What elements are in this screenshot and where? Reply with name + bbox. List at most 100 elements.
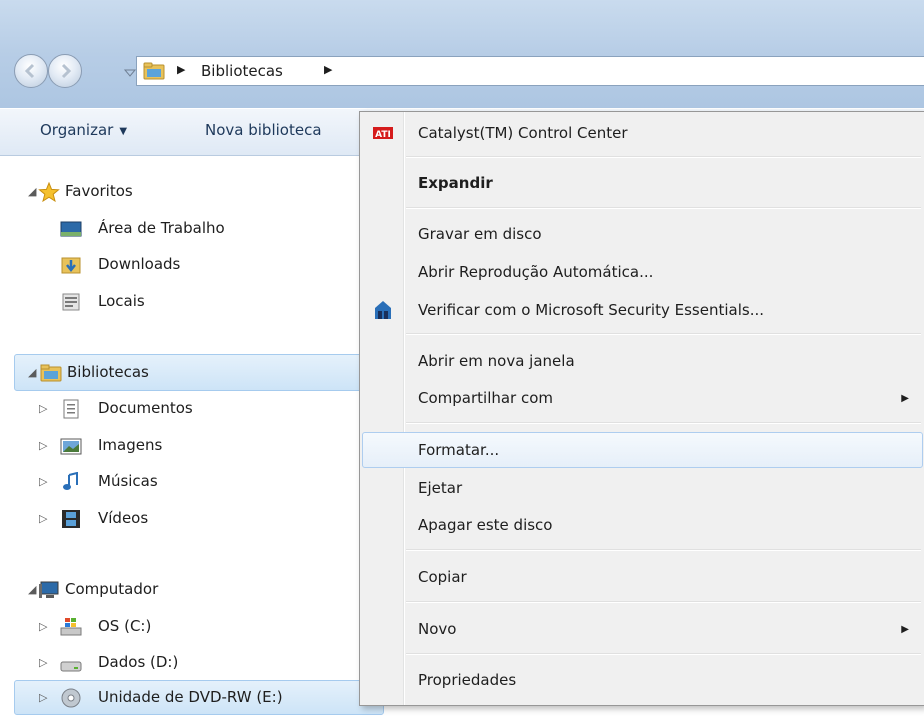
menu-item-format[interactable]: Formatar... — [362, 432, 923, 468]
nav-item-documents[interactable]: ▷ Documentos — [14, 391, 384, 427]
menu-item-label: Ejetar — [418, 479, 463, 497]
nav-item-label: Vídeos — [98, 509, 149, 527]
context-menu: ATI Catalyst(TM) Control Center Expandir… — [359, 111, 924, 706]
recent-locations-dropdown-icon[interactable] — [124, 68, 136, 78]
nav-item-label: OS (C:) — [98, 617, 152, 635]
breadcrumb-separator-icon[interactable]: ▶ — [324, 63, 332, 76]
collapsed-arrow-icon[interactable]: ▷ — [39, 475, 53, 489]
menu-item-expand[interactable]: Expandir — [362, 165, 923, 201]
dvd-drive-icon — [61, 688, 81, 708]
windows-drive-icon — [60, 618, 82, 636]
organize-label: Organizar — [40, 121, 114, 139]
back-button[interactable] — [14, 54, 48, 88]
menu-item-label: Propriedades — [418, 671, 517, 689]
menu-separator — [406, 207, 921, 209]
nav-item-label: Documentos — [98, 399, 193, 417]
menu-item-label: Verificar com o Microsoft Security Essen… — [418, 301, 764, 319]
nav-item-label: Imagens — [98, 436, 163, 454]
menu-item-copy[interactable]: Copiar — [362, 559, 923, 595]
menu-item-label: Novo — [418, 620, 457, 638]
nav-item-label: Área de Trabalho — [98, 219, 225, 237]
libraries-folder-icon — [143, 62, 165, 80]
nav-item-desktop[interactable]: Área de Trabalho — [14, 211, 384, 247]
menu-separator — [406, 653, 921, 655]
nav-item-libraries[interactable]: ◢ Bibliotecas — [14, 354, 384, 391]
menu-item-label: Abrir Reprodução Automática... — [418, 263, 654, 281]
downloads-folder-icon — [61, 257, 81, 274]
nav-item-label: Bibliotecas — [67, 363, 149, 381]
menu-separator — [406, 156, 921, 158]
menu-separator — [406, 601, 921, 603]
arrow-left-icon — [24, 63, 35, 79]
submenu-arrow-icon: ▶ — [901, 624, 909, 635]
collapsed-arrow-icon[interactable]: ▷ — [39, 620, 53, 634]
menu-item-erase[interactable]: Apagar este disco — [362, 507, 923, 543]
ati-logo-icon: ATI — [373, 127, 393, 140]
nav-item-label: Unidade de DVD-RW (E:) — [98, 688, 283, 706]
nav-item-label: Músicas — [98, 472, 158, 490]
menu-item-properties[interactable]: Propriedades — [362, 662, 923, 698]
menu-separator — [406, 549, 921, 551]
menu-separator — [406, 333, 921, 335]
nav-item-label: Downloads — [98, 255, 181, 273]
menu-item-eject[interactable]: Ejetar — [362, 470, 923, 506]
menu-item-scan[interactable]: Verificar com o Microsoft Security Essen… — [362, 292, 923, 328]
film-strip-icon — [62, 510, 80, 528]
recent-places-icon — [62, 293, 80, 311]
nav-item-label: Computador — [65, 580, 159, 598]
nav-item-downloads[interactable]: Downloads — [14, 247, 384, 283]
menu-item-label: Catalyst(TM) Control Center — [418, 124, 628, 142]
nav-item-drive-e[interactable]: ▷ Unidade de DVD-RW (E:) — [14, 680, 384, 715]
nav-item-favorites[interactable]: ◢ Favoritos — [14, 174, 384, 210]
nav-item-label: Dados (D:) — [98, 653, 179, 671]
nav-item-pictures[interactable]: ▷ Imagens — [14, 428, 384, 464]
menu-item-label: Formatar... — [418, 441, 500, 459]
hard-drive-icon — [60, 661, 82, 672]
submenu-arrow-icon: ▶ — [901, 393, 909, 404]
security-essentials-icon — [375, 301, 391, 319]
collapsed-arrow-icon[interactable]: ▷ — [39, 402, 53, 416]
arrow-right-icon — [61, 63, 72, 79]
menu-item-new-window[interactable]: Abrir em nova janela — [362, 343, 923, 379]
new-library-button[interactable]: Nova biblioteca — [205, 121, 322, 139]
nav-item-drive-d[interactable]: ▷ Dados (D:) — [14, 645, 384, 681]
menu-item-new[interactable]: Novo ▶ — [362, 611, 923, 647]
breadcrumb-separator-icon[interactable]: ▶ — [177, 63, 185, 76]
breadcrumb-libraries[interactable]: Bibliotecas — [201, 62, 283, 80]
collapsed-arrow-icon[interactable]: ▷ — [39, 691, 53, 705]
menu-item-label: Abrir em nova janela — [418, 352, 575, 370]
collapsed-arrow-icon[interactable]: ▷ — [39, 656, 53, 670]
nav-item-drive-c[interactable]: ▷ OS (C:) — [14, 609, 384, 645]
menu-item-label: Expandir — [418, 174, 493, 192]
chevron-down-icon: ▼ — [119, 126, 128, 137]
navigation-pane: ◢ Favoritos Área de Trabalho Downloads L… — [0, 156, 390, 723]
menu-separator — [406, 422, 921, 424]
pictures-icon — [60, 438, 82, 455]
nav-item-label: Favoritos — [65, 182, 133, 200]
nav-item-videos[interactable]: ▷ Vídeos — [14, 501, 384, 537]
computer-icon — [39, 581, 59, 598]
collapsed-arrow-icon[interactable]: ▷ — [39, 512, 53, 526]
music-note-icon — [63, 472, 78, 490]
nav-item-label: Locais — [98, 292, 145, 310]
svg-text:ATI: ATI — [375, 130, 391, 140]
collapsed-arrow-icon[interactable]: ▷ — [39, 439, 53, 453]
navigation-buttons — [14, 54, 136, 90]
menu-item-label: Apagar este disco — [418, 516, 553, 534]
address-bar[interactable]: ▶ Bibliotecas ▶ — [136, 56, 924, 86]
window-title-bar: ▶ Bibliotecas ▶ — [0, 0, 924, 108]
star-icon — [38, 182, 60, 202]
forward-button[interactable] — [48, 54, 82, 88]
nav-item-music[interactable]: ▷ Músicas — [14, 464, 384, 500]
menu-item-label: Compartilhar com — [418, 389, 554, 407]
menu-item-label: Gravar em disco — [418, 225, 542, 243]
menu-item-burn[interactable]: Gravar em disco — [362, 216, 923, 252]
desktop-icon — [60, 221, 82, 237]
menu-item-label: Copiar — [418, 568, 467, 586]
organize-button[interactable]: Organizar ▼ — [40, 121, 127, 139]
menu-item-catalyst[interactable]: ATI Catalyst(TM) Control Center — [362, 115, 923, 151]
menu-item-share[interactable]: Compartilhar com ▶ — [362, 380, 923, 416]
nav-item-computer[interactable]: ◢ Computador — [14, 572, 384, 608]
menu-item-autoplay[interactable]: Abrir Reprodução Automática... — [362, 254, 923, 290]
nav-item-places[interactable]: Locais — [14, 284, 384, 320]
